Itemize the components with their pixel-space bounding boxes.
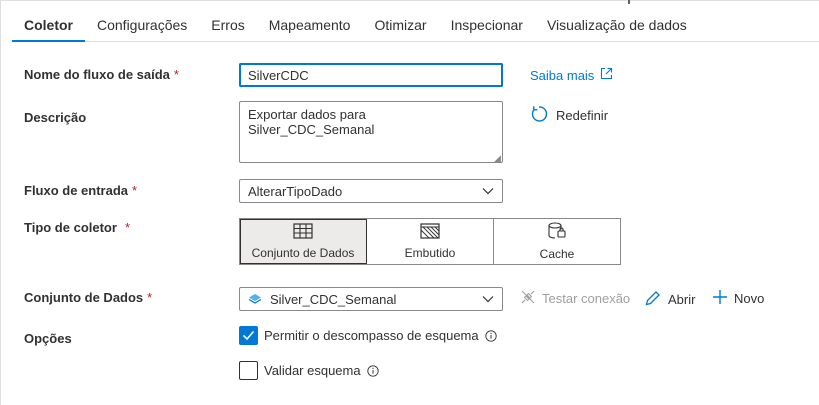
learn-more-text: Saiba mais (530, 67, 595, 83)
info-icon[interactable] (366, 364, 379, 377)
sink-type-cache-button[interactable]: Cache (494, 219, 620, 264)
dataset-label: Conjunto de Dados * (24, 290, 152, 305)
sink-type-cache-label: Cache (539, 247, 575, 261)
test-connection-label: Testar conexão (542, 291, 631, 306)
pencil-icon (644, 289, 662, 310)
test-connection-button[interactable]: Testar conexão (520, 289, 630, 308)
output-stream-label-text: Nome do fluxo de saída (24, 67, 170, 82)
output-stream-input[interactable] (239, 63, 503, 87)
sink-type-dataset-button[interactable]: Conjunto de Dados (240, 219, 367, 264)
required-marker: * (173, 67, 179, 82)
required-marker: * (147, 290, 153, 305)
resize-grip-icon[interactable]: ◢ (494, 153, 501, 164)
dataset-label-text: Conjunto de Dados (24, 290, 144, 305)
reset-button[interactable]: Redefinir (530, 105, 608, 126)
refresh-icon (530, 105, 548, 126)
left-border (0, 0, 1, 405)
top-border (0, 0, 819, 1)
allow-schema-drift-checkbox[interactable]: Permitir o descompasso de esquema (239, 326, 497, 345)
input-stream-label: Fluxo de entrada * (24, 183, 137, 198)
options-label: Opções (24, 331, 72, 346)
sink-type-dataset-label: Conjunto de Dados (251, 246, 355, 260)
description-textarea[interactable]: Exportar dados para Silver_CDC_Semanal (239, 101, 503, 163)
validate-schema-checkbox[interactable]: Validar esquema (239, 361, 379, 380)
new-label: Novo (734, 291, 765, 306)
validate-schema-label: Validar esquema (264, 363, 361, 378)
sink-type-inline-label: Embutido (404, 246, 456, 260)
tab-inspecionar[interactable]: Inspecionar (439, 8, 535, 42)
open-button[interactable]: Abrir (644, 289, 695, 310)
external-link-icon (600, 67, 613, 83)
checkbox-checked-icon (239, 326, 258, 345)
sink-type-label: Tipo de coletor * (24, 220, 130, 235)
dataset-icon (248, 293, 262, 305)
allow-schema-drift-label: Permitir o descompasso de esquema (264, 328, 479, 343)
chevron-down-icon (482, 295, 494, 303)
cache-icon (547, 222, 567, 243)
checkbox-unchecked-icon (239, 361, 258, 380)
sink-type-inline-button[interactable]: Embutido (367, 219, 494, 264)
input-stream-value: AlterarTipoDado (248, 183, 343, 199)
splitter-handle[interactable] (628, 0, 630, 4)
tab-configuracoes[interactable]: Configurações (85, 8, 199, 42)
tab-visualizacao-dados[interactable]: Visualização de dados (535, 8, 699, 42)
tab-mapeamento[interactable]: Mapeamento (257, 8, 363, 42)
chevron-down-icon (482, 187, 494, 195)
info-icon[interactable] (484, 329, 497, 342)
output-stream-label: Nome do fluxo de saída * (24, 67, 179, 82)
sink-type-selector: Conjunto de Dados Embutido Cache (239, 218, 621, 265)
sink-type-label-text: Tipo de coletor (24, 220, 117, 235)
tab-otimizar[interactable]: Otimizar (362, 8, 438, 42)
description-label: Descrição (24, 110, 87, 125)
input-stream-dropdown[interactable]: AlterarTipoDado (239, 179, 503, 203)
new-button[interactable]: Novo (712, 289, 764, 308)
required-marker: * (132, 183, 138, 198)
tab-erros[interactable]: Erros (199, 8, 256, 42)
required-marker: * (124, 220, 130, 235)
dataset-dropdown[interactable]: Silver_CDC_Semanal (239, 287, 503, 311)
open-label: Abrir (668, 292, 696, 307)
plus-icon (712, 289, 728, 308)
tab-bar: Coletor Configurações Erros Mapeamento O… (12, 8, 819, 42)
tab-coletor[interactable]: Coletor (12, 8, 85, 42)
reset-label: Redefinir (556, 108, 609, 123)
dataset-value: Silver_CDC_Semanal (270, 291, 397, 307)
inline-hatched-icon (420, 223, 440, 242)
table-icon (293, 223, 313, 242)
plug-icon (520, 289, 536, 308)
learn-more-link[interactable]: Saiba mais (530, 67, 613, 83)
input-stream-label-text: Fluxo de entrada (24, 183, 129, 198)
